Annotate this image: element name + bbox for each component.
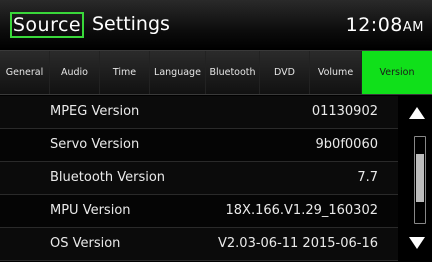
tab-audio[interactable]: Audio	[50, 51, 100, 94]
row-label: Bluetooth Version	[50, 170, 166, 185]
tab-bluetooth[interactable]: Bluetooth	[206, 51, 260, 94]
version-list: MPEG Version 01130902 Servo Version 9b0f…	[0, 96, 398, 262]
row-label: MPU Version	[50, 203, 131, 218]
page-title: Settings	[92, 13, 170, 35]
scroll-up-button[interactable]	[402, 98, 432, 128]
row-value: 18X.166.V1.29_160302	[225, 203, 379, 218]
clock: 12:08AM	[346, 13, 424, 39]
list-item-os-version: OS Version V2.03-06-11 2015-06-16	[0, 228, 398, 261]
settings-tabs: General Audio Time Language Bluetooth DV…	[0, 50, 432, 95]
row-label: MPEG Version	[50, 104, 140, 119]
clock-ampm: AM	[402, 20, 424, 35]
row-label: OS Version	[50, 236, 121, 251]
triangle-up-icon	[409, 107, 425, 119]
tab-general[interactable]: General	[0, 51, 50, 94]
top-bar: Source Settings 12:08AM	[0, 0, 432, 49]
row-value: 01130902	[311, 104, 378, 119]
source-button[interactable]: Source	[10, 12, 84, 38]
tab-volume[interactable]: Volume	[310, 51, 362, 94]
row-label: Servo Version	[50, 137, 140, 152]
tab-version[interactable]: Version	[362, 51, 432, 94]
row-value: 9b0f0060	[315, 137, 378, 152]
row-value: 7.7	[357, 170, 378, 185]
tab-language[interactable]: Language	[150, 51, 206, 94]
list-item-mpu-version: MPU Version 18X.166.V1.29_160302	[0, 195, 398, 228]
tab-time[interactable]: Time	[100, 51, 150, 94]
triangle-down-icon	[409, 237, 425, 249]
clock-time: 12:08	[345, 14, 403, 36]
list-item-bluetooth-version: Bluetooth Version 7.7	[0, 162, 398, 195]
scroll-track[interactable]	[414, 136, 426, 224]
tab-dvd[interactable]: DVD	[260, 51, 310, 94]
scrollbar[interactable]	[402, 96, 432, 262]
row-value: V2.03-06-11 2015-06-16	[218, 236, 378, 251]
list-item-servo-version: Servo Version 9b0f0060	[0, 129, 398, 162]
list-item-mpeg-version: MPEG Version 01130902	[0, 96, 398, 129]
scroll-thumb[interactable]	[416, 154, 424, 202]
scroll-down-button[interactable]	[402, 228, 432, 258]
